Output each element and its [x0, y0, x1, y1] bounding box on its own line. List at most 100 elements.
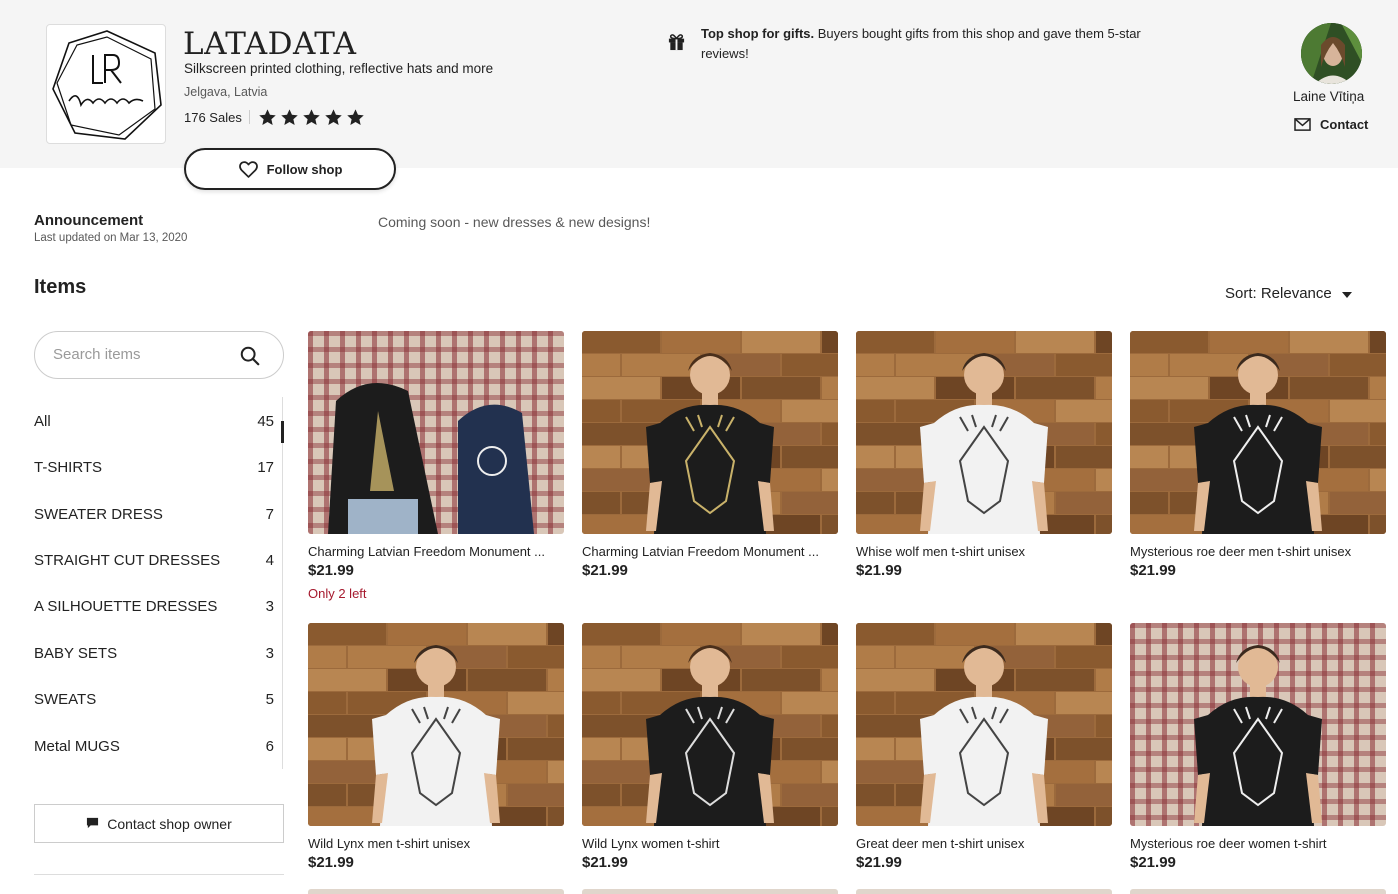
category-label: SWEATS: [34, 690, 97, 708]
rating-stars[interactable]: [258, 108, 365, 127]
shop-location: Jelgava, Latvia: [184, 85, 268, 99]
caret-down-icon: [1341, 291, 1352, 298]
category-count: 4: [265, 551, 274, 569]
listing-title[interactable]: Charming Latvian Freedom Monument ...: [308, 544, 564, 559]
listing-card[interactable]: Mysterious roe deer men t-shirt unisex $2…: [1130, 331, 1386, 579]
category-count: 5: [265, 690, 274, 708]
star-icon: [303, 108, 320, 125]
items-heading: Items: [34, 276, 87, 298]
listing-card[interactable]: Charming Latvian Freedom Monument ... $21…: [582, 331, 838, 579]
listing-price: $21.99: [1130, 854, 1176, 871]
announcement-text: Coming soon - new dresses & new designs!: [378, 214, 651, 230]
message-icon: [87, 817, 99, 829]
listing-image[interactable]: [1130, 331, 1386, 534]
contact-shop-owner-label: Contact shop owner: [107, 815, 232, 832]
listing-image[interactable]: [856, 623, 1112, 826]
listing-card[interactable]: Wild Lynx men t-shirt unisex $21.99: [308, 623, 564, 871]
listing-photo: [856, 331, 1112, 534]
sales-count: 176 Sales: [184, 109, 242, 125]
category-label: All: [34, 412, 51, 430]
owner-avatar[interactable]: [1301, 23, 1362, 84]
listing-image-next-row[interactable]: [856, 889, 1112, 894]
announcement-title: Announcement: [34, 212, 144, 229]
sort-dropdown[interactable]: Sort: Relevance: [1225, 285, 1352, 302]
contact-label: Contact: [1320, 117, 1369, 132]
listing-photo: [582, 331, 838, 534]
contact-shop-owner-button[interactable]: Contact shop owner: [34, 804, 284, 843]
announcement-updated: Last updated on Mar 13, 2020: [34, 232, 188, 244]
listing-price: $21.99: [856, 854, 902, 871]
category-count: 3: [265, 597, 274, 615]
star-icon: [347, 108, 364, 125]
listing-image-next-row[interactable]: [1130, 889, 1386, 894]
follow-shop-button[interactable]: Follow shop: [184, 148, 396, 190]
category-label: STRAIGHT CUT DRESSES: [34, 551, 221, 569]
top-shop-notice: Top shop for gifts. Buyers bought gifts …: [701, 24, 1181, 64]
category-count: 7: [265, 505, 274, 523]
category-label: Metal MUGS: [34, 737, 120, 755]
category-item[interactable]: BABY SETS 3: [34, 638, 274, 668]
shop-tagline: Silkscreen printed clothing, reflective …: [184, 61, 494, 76]
listing-card[interactable]: Whise wolf men t-shirt unisex $21.99: [856, 331, 1112, 579]
listing-price: $21.99: [856, 562, 902, 579]
listing-image[interactable]: [856, 331, 1112, 534]
category-item[interactable]: A SILHOUETTE DRESSES 3: [34, 591, 274, 621]
star-icon: [259, 108, 276, 125]
star-icon: [281, 108, 298, 125]
listing-title[interactable]: Wild Lynx men t-shirt unisex: [308, 836, 564, 851]
search-icon[interactable]: [239, 345, 261, 367]
category-item[interactable]: STRAIGHT CUT DRESSES 4: [34, 545, 274, 575]
star-icon: [325, 108, 342, 125]
shop-logo[interactable]: [46, 24, 166, 144]
category-count: 6: [265, 737, 274, 755]
category-item[interactable]: SWEATS 5: [34, 684, 274, 714]
listing-price: $21.99: [1130, 562, 1176, 579]
listing-image[interactable]: [1130, 623, 1386, 826]
follow-shop-label: Follow shop: [266, 161, 343, 177]
listing-card[interactable]: Wild Lynx women t-shirt $21.99: [582, 623, 838, 871]
category-label: SWEATER DRESS: [34, 505, 163, 523]
listing-title[interactable]: Charming Latvian Freedom Monument ...: [582, 544, 838, 559]
owner-photo: [1301, 23, 1362, 84]
listing-image[interactable]: [582, 331, 838, 534]
listing-image[interactable]: [308, 623, 564, 826]
listing-image[interactable]: [308, 331, 564, 534]
listing-title[interactable]: Mysterious roe deer women t-shirt: [1130, 836, 1386, 851]
category-scrollbar[interactable]: [282, 397, 283, 769]
owner-name[interactable]: Laine Vītiņa: [1293, 89, 1364, 104]
gift-icon: [668, 34, 685, 51]
divider: [248, 110, 250, 124]
search-box: [34, 331, 284, 379]
category-item[interactable]: Metal MUGS 6: [34, 731, 274, 761]
category-list: All 45 T-SHIRTS 17 SWEATER DRESS 7 STRAIGHT CU…: [34, 397, 286, 769]
category-count: 3: [265, 644, 274, 662]
listing-photo: [1130, 623, 1386, 826]
listing-image[interactable]: [582, 623, 838, 826]
search-input[interactable]: [53, 346, 233, 363]
top-shop-notice-title: Top shop for gifts.: [701, 26, 815, 41]
shop-name: LATADATA: [183, 26, 357, 62]
listing-title[interactable]: Great deer men t-shirt unisex: [856, 836, 1112, 851]
sort-label: Sort: Relevance: [1225, 285, 1332, 302]
divider: [34, 874, 284, 875]
listing-photo: [308, 623, 564, 826]
listing-image-next-row[interactable]: [582, 889, 838, 894]
listing-card[interactable]: Great deer men t-shirt unisex $21.99: [856, 623, 1112, 871]
category-item[interactable]: T-SHIRTS 17: [34, 452, 274, 482]
listing-image-next-row[interactable]: [308, 889, 564, 894]
listing-title[interactable]: Mysterious roe deer men t-shirt unisex: [1130, 544, 1386, 559]
category-item[interactable]: SWEATER DRESS 7: [34, 499, 274, 529]
listing-card[interactable]: Mysterious roe deer women t-shirt $21.99: [1130, 623, 1386, 871]
category-scroll-thumb[interactable]: [281, 421, 284, 443]
listing-photo: [856, 623, 1112, 826]
listing-price: $21.99: [308, 562, 354, 579]
listing-photo: [582, 623, 838, 826]
listing-price: $21.99: [582, 854, 628, 871]
listing-title[interactable]: Whise wolf men t-shirt unisex: [856, 544, 1112, 559]
listing-price: $21.99: [582, 562, 628, 579]
category-item[interactable]: All 45: [34, 406, 274, 436]
listing-title[interactable]: Wild Lynx women t-shirt: [582, 836, 838, 851]
contact-owner-link[interactable]: Contact: [1294, 117, 1368, 132]
listing-card[interactable]: Charming Latvian Freedom Monument ... $21…: [308, 331, 564, 601]
category-count: 45: [257, 412, 274, 430]
